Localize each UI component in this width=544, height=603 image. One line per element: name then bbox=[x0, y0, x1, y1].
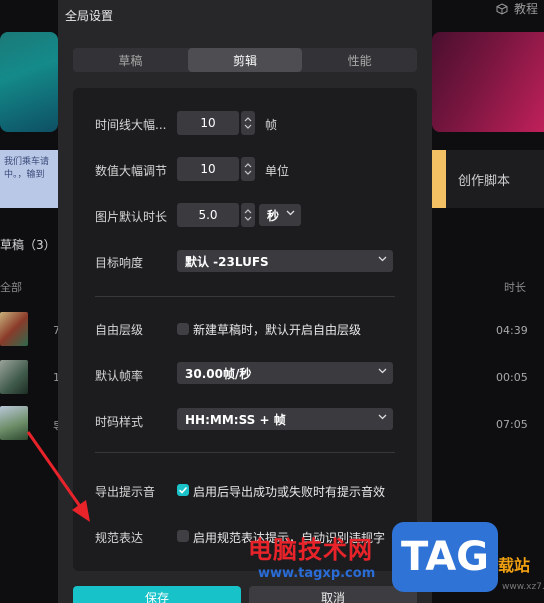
timeline-step-unit: 帧 bbox=[265, 118, 278, 132]
image-duration-unit-select[interactable]: 秒 bbox=[259, 204, 301, 226]
settings-panel: 时间线大幅... 10 帧 数值大幅调节 10 单位 图片默认时长 5.0 秒 … bbox=[73, 88, 417, 571]
tutorial-link[interactable]: 教程 bbox=[496, 0, 538, 17]
tab-drafts[interactable]: 草稿 bbox=[73, 48, 188, 72]
frame-rate-select[interactable]: 30.00帧/秒 bbox=[177, 362, 393, 384]
image-duration-unit: 秒 bbox=[267, 208, 280, 223]
standard-expr-checkbox[interactable] bbox=[177, 530, 189, 542]
timeline-step-stepper[interactable] bbox=[241, 111, 255, 135]
frame-rate-label: 默认帧率 bbox=[95, 369, 144, 383]
draft-thumbnail[interactable] bbox=[0, 312, 28, 346]
number-step-label: 数值大幅调节 bbox=[95, 164, 168, 178]
timeline-step-label: 时间线大幅... bbox=[95, 118, 167, 132]
chevron-down-icon[interactable] bbox=[244, 216, 252, 221]
chevron-down-icon[interactable] bbox=[244, 170, 252, 175]
cube-icon bbox=[496, 2, 508, 15]
free-layer-label: 自由层级 bbox=[95, 323, 144, 337]
timeline-step-input[interactable]: 10 bbox=[177, 111, 239, 135]
frame-rate-value: 30.00帧/秒 bbox=[185, 366, 252, 381]
save-button[interactable]: 保存 bbox=[73, 586, 241, 603]
chevron-down-icon[interactable] bbox=[244, 124, 252, 129]
script-card-image bbox=[432, 150, 446, 208]
tab-editing[interactable]: 剪辑 bbox=[187, 48, 303, 72]
number-step-input[interactable]: 10 bbox=[177, 157, 239, 181]
dialog-title: 全局设置 bbox=[65, 9, 114, 23]
tutorial-label: 教程 bbox=[513, 2, 538, 16]
column-all[interactable]: 全部 bbox=[0, 279, 22, 295]
chevron-down-icon bbox=[378, 414, 387, 420]
watermark-xz: www.xz7.com bbox=[502, 582, 544, 592]
image-duration-input[interactable]: 5.0 bbox=[177, 203, 239, 227]
draft-duration: 00:05 bbox=[496, 371, 528, 384]
free-layer-text: 新建草稿时，默认开启自由层级 bbox=[193, 323, 362, 337]
image-duration-stepper[interactable] bbox=[241, 203, 255, 227]
watermark-site: 载站 bbox=[498, 556, 531, 575]
thumbnail-caption: 我们乘车请中。，输到 bbox=[4, 157, 50, 180]
settings-tabs: 草稿 剪辑 性能 bbox=[73, 48, 417, 72]
timecode-value: HH:MM:SS + 帧 bbox=[185, 412, 286, 427]
draft-duration: 07:05 bbox=[496, 418, 528, 431]
divider bbox=[95, 296, 395, 297]
script-card-label: 创作脚本 bbox=[458, 173, 511, 189]
chevron-down-icon bbox=[378, 256, 387, 262]
loudness-select[interactable]: 默认 -23LUFS bbox=[177, 250, 393, 272]
drafts-title: 草稿（3） bbox=[0, 238, 56, 252]
draft-thumbnail[interactable] bbox=[0, 360, 28, 394]
chevron-up-icon[interactable] bbox=[244, 209, 252, 214]
export-sound-checkbox[interactable] bbox=[177, 484, 189, 496]
timecode-label: 时码样式 bbox=[95, 415, 144, 429]
cancel-button[interactable]: 取消 bbox=[249, 586, 417, 603]
standard-expr-label: 规范表达 bbox=[95, 531, 144, 545]
loudness-label: 目标响度 bbox=[95, 256, 144, 270]
check-icon bbox=[178, 486, 188, 494]
chevron-up-icon[interactable] bbox=[244, 163, 252, 168]
global-settings-dialog: 全局设置 草稿 剪辑 性能 时间线大幅... 10 帧 数值大幅调节 10 单位… bbox=[58, 0, 432, 603]
image-duration-label: 图片默认时长 bbox=[95, 210, 168, 224]
tab-performance[interactable]: 性能 bbox=[302, 48, 417, 72]
watermark-logo: TAG bbox=[392, 522, 498, 592]
loudness-value: 默认 -23LUFS bbox=[185, 254, 269, 269]
export-sound-label: 导出提示音 bbox=[95, 485, 156, 499]
chevron-down-icon bbox=[378, 368, 387, 374]
draft-duration: 04:39 bbox=[496, 324, 528, 337]
export-sound-text: 启用后导出成功或失败时有提示音效 bbox=[193, 485, 386, 499]
chevron-up-icon[interactable] bbox=[244, 117, 252, 122]
free-layer-checkbox[interactable] bbox=[177, 323, 189, 335]
watermark-url: www.tagxp.com bbox=[258, 566, 376, 581]
number-step-stepper[interactable] bbox=[241, 157, 255, 181]
timecode-select[interactable]: HH:MM:SS + 帧 bbox=[177, 408, 393, 430]
creation-script-card[interactable]: 创作脚本 bbox=[432, 150, 544, 208]
banner-image[interactable] bbox=[0, 32, 58, 132]
banner-image-right[interactable] bbox=[432, 32, 544, 132]
divider bbox=[95, 452, 395, 453]
number-step-unit: 单位 bbox=[265, 164, 290, 178]
template-thumbnail[interactable]: 我们乘车请中。，输到 bbox=[0, 150, 58, 208]
watermark-text: 电脑技术网 bbox=[248, 536, 373, 564]
draft-thumbnail[interactable] bbox=[0, 406, 28, 440]
chevron-down-icon bbox=[286, 210, 295, 216]
column-duration: 时长 bbox=[504, 281, 526, 294]
